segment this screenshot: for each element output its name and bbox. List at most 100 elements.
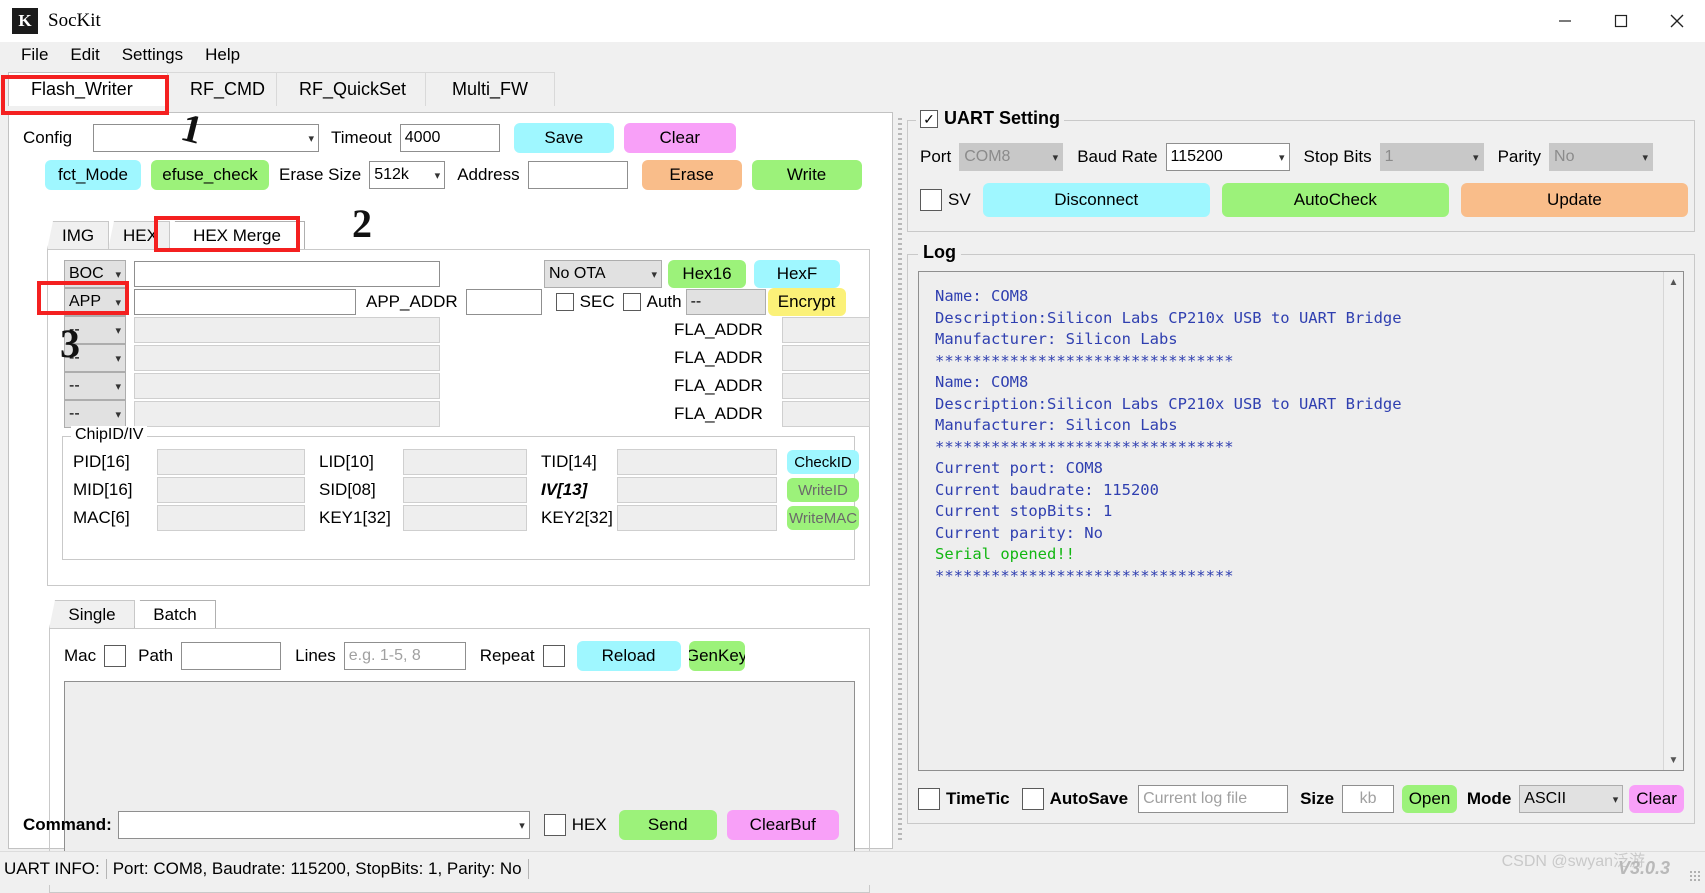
hexf-button[interactable]: HexF	[754, 260, 840, 288]
hex16-button[interactable]: Hex16	[668, 260, 746, 288]
log-output[interactable]: Name: COM8 Description:Silicon Labs CP210…	[918, 271, 1684, 771]
reload-button[interactable]: Reload	[576, 641, 681, 671]
config-select[interactable]: ▾	[93, 124, 319, 152]
tid-input[interactable]	[617, 449, 777, 475]
scroll-up-icon[interactable]: ▲	[1664, 272, 1683, 292]
disconnect-button[interactable]: Disconnect	[982, 183, 1210, 217]
key1-input[interactable]	[403, 505, 527, 531]
merge-type-select-5[interactable]: -- ▾	[64, 400, 126, 428]
mid-input[interactable]	[157, 477, 305, 503]
tab-multi-fw[interactable]: Multi_FW	[425, 72, 555, 106]
merge-path-input-5[interactable]	[134, 401, 440, 427]
erase-button[interactable]: Erase	[641, 160, 742, 190]
merge-path-input-1[interactable]	[134, 289, 356, 315]
stop-bits-select[interactable]: 1 ▾	[1379, 143, 1484, 171]
ota-select[interactable]: No OTA ▾	[544, 260, 662, 288]
itab-batch[interactable]: Batch	[134, 600, 216, 629]
mid-label: MID[16]	[73, 480, 133, 499]
menu-item-edit[interactable]: Edit	[59, 43, 110, 67]
sec-checkbox[interactable]	[555, 293, 574, 311]
key2-input[interactable]	[617, 505, 777, 531]
merge-path-input-3[interactable]	[134, 345, 440, 371]
fla-addr-input-4[interactable]	[782, 373, 870, 399]
genkey-button[interactable]: GenKey	[688, 641, 745, 671]
open-button[interactable]: Open	[1402, 785, 1457, 813]
close-button[interactable]	[1649, 0, 1705, 41]
write-id-button[interactable]: WriteID	[787, 478, 859, 502]
tab-flash-writer[interactable]: Flash_Writer	[8, 72, 168, 106]
fla-addr-input-2[interactable]	[782, 317, 870, 343]
auth-select[interactable]: --	[685, 289, 766, 315]
merge-type-select-2[interactable]: -- ▾	[64, 316, 126, 344]
repeat-checkbox[interactable]	[542, 645, 565, 667]
mac-checkbox[interactable]	[104, 645, 127, 667]
clearbuf-button[interactable]: ClearBuf	[726, 810, 839, 840]
tab-rf-cmd[interactable]: RF_CMD	[167, 72, 277, 106]
fla-addr-input-5[interactable]	[782, 401, 870, 427]
auth-select-value: --	[690, 293, 702, 310]
maximize-button[interactable]	[1593, 0, 1649, 41]
encrypt-button[interactable]: Encrypt	[767, 288, 846, 316]
send-button[interactable]: Send	[618, 810, 717, 840]
path-input[interactable]	[181, 642, 282, 670]
resize-grip[interactable]	[1689, 870, 1701, 882]
efuse-check-button[interactable]: efuse_check	[151, 160, 269, 190]
clear-button[interactable]: Clear	[623, 123, 736, 153]
save-button[interactable]: Save	[513, 123, 614, 153]
uart-setting-checkbox[interactable]	[920, 109, 938, 128]
merge-type-select-3[interactable]: -- ▾	[64, 344, 126, 372]
merge-path-input-2[interactable]	[134, 317, 440, 343]
scroll-down-icon[interactable]: ▼	[1664, 750, 1683, 770]
auth-checkbox[interactable]	[622, 293, 641, 311]
itab-img[interactable]: IMG	[47, 221, 109, 250]
log-file-input[interactable]	[1138, 785, 1289, 813]
autosave-checkbox[interactable]	[1021, 788, 1044, 810]
pid-input[interactable]	[157, 449, 305, 475]
check-id-button[interactable]: CheckID	[787, 450, 859, 474]
app-addr-input[interactable]	[465, 289, 542, 315]
merge-type-select-1[interactable]: APP ▾	[64, 288, 126, 316]
fla-addr-input-3[interactable]	[782, 345, 870, 371]
lid-label: LID[10]	[319, 452, 374, 471]
itab-hex-merge[interactable]: HEX Merge	[169, 221, 305, 250]
sv-checkbox[interactable]	[920, 189, 942, 211]
menu-item-file[interactable]: File	[10, 43, 59, 67]
size-input[interactable]	[1342, 785, 1395, 813]
log-scrollbar[interactable]: ▲ ▼	[1663, 272, 1683, 770]
hex-checkbox[interactable]	[543, 814, 566, 836]
baud-rate-select[interactable]: 115200 ▾	[1165, 143, 1290, 171]
lid-input[interactable]	[403, 449, 527, 475]
merge-type-select-4[interactable]: -- ▾	[64, 372, 126, 400]
parity-select[interactable]: No ▾	[1549, 143, 1654, 171]
command-select[interactable]: ▾	[117, 811, 530, 839]
log-clear-button[interactable]: Clear	[1629, 785, 1685, 813]
port-select[interactable]: COM8 ▾	[959, 143, 1064, 171]
tab-rf-quickset[interactable]: RF_QuickSet	[276, 72, 426, 106]
write-button[interactable]: Write	[751, 160, 862, 190]
menu-item-settings[interactable]: Settings	[111, 43, 194, 67]
fct-mode-button[interactable]: fct_Mode	[45, 160, 141, 190]
autocheck-button[interactable]: AutoCheck	[1221, 183, 1449, 217]
mode-select[interactable]: ASCII ▾	[1519, 785, 1624, 813]
chipid-row-1: PID[16] LID[10] TID[14] CheckID	[73, 449, 859, 475]
menu-item-help[interactable]: Help	[194, 43, 251, 67]
sid-input[interactable]	[403, 477, 527, 503]
merge-path-input-0[interactable]	[134, 261, 440, 287]
address-input[interactable]	[527, 161, 628, 189]
iv-input[interactable]	[617, 477, 777, 503]
timeout-input[interactable]	[399, 124, 500, 152]
minimize-button[interactable]	[1537, 0, 1593, 41]
update-button[interactable]: Update	[1460, 183, 1689, 217]
batch-list[interactable]	[64, 681, 855, 878]
merge-path-input-4[interactable]	[134, 373, 440, 399]
pane-splitter[interactable]	[893, 112, 907, 849]
itab-single[interactable]: Single	[49, 600, 135, 629]
itab-hex[interactable]: HEX	[108, 221, 170, 250]
batch-controls-row: Mac Path Lines Repeat Reload GenKey	[64, 641, 745, 671]
mac-input[interactable]	[157, 505, 305, 531]
timetic-checkbox[interactable]	[918, 788, 940, 810]
erase-size-select[interactable]: 512k ▾	[369, 161, 446, 189]
write-mac-button[interactable]: WriteMAC	[787, 506, 859, 530]
lines-input[interactable]	[343, 642, 466, 670]
merge-type-select-0[interactable]: BOC ▾	[64, 260, 126, 288]
